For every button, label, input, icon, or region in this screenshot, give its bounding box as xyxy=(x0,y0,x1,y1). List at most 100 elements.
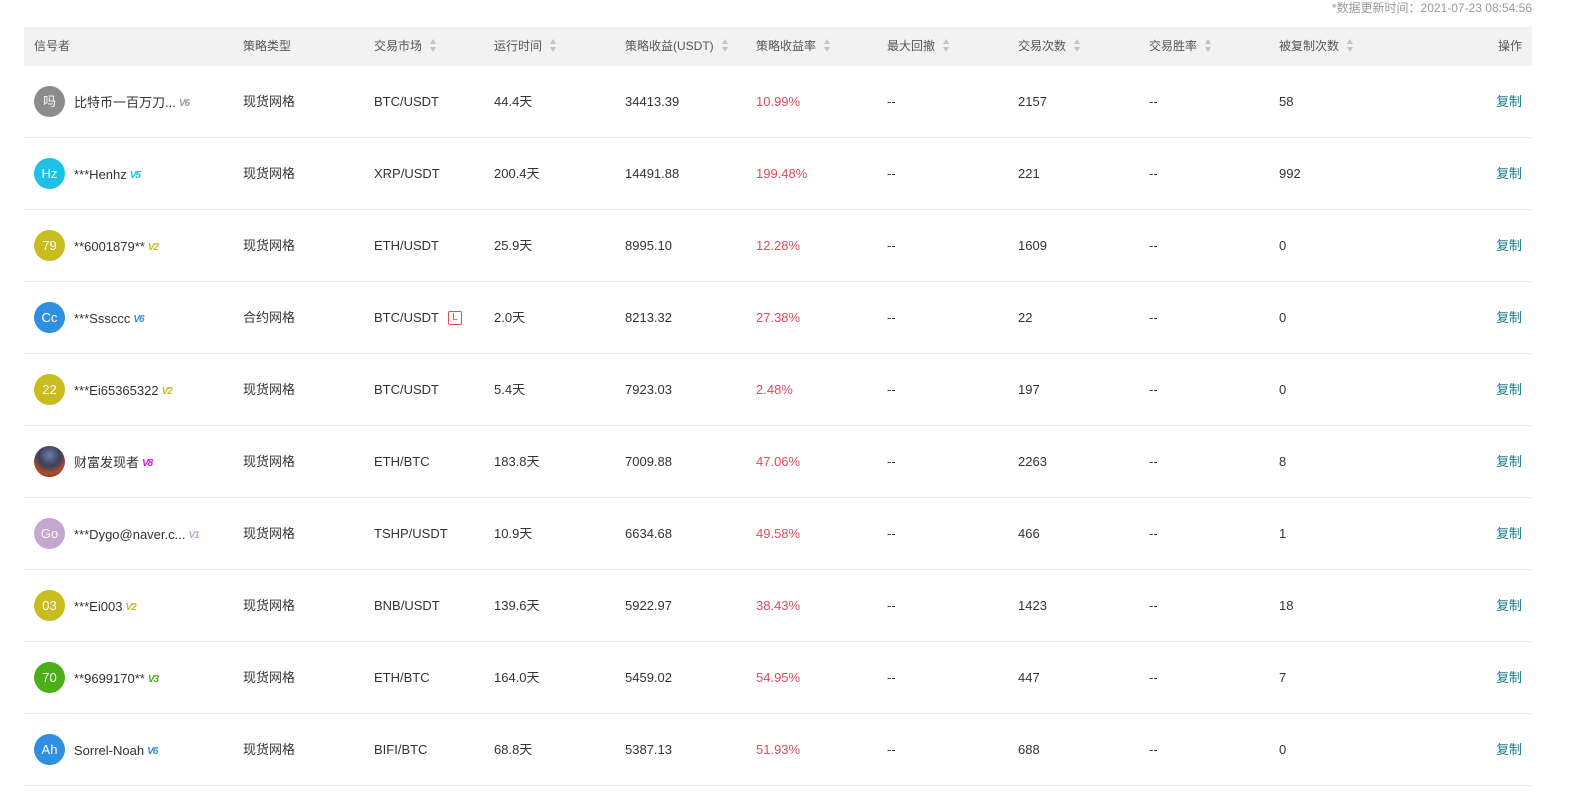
return-rate: 49.58% xyxy=(756,526,801,541)
copy-button[interactable]: 复制 xyxy=(1496,498,1522,569)
return-rate: 47.06% xyxy=(756,454,801,469)
signal-provider[interactable]: 03 ***Ei003 V2 xyxy=(34,570,137,641)
return-rate: 27.38% xyxy=(756,310,801,325)
win-rate: -- xyxy=(1149,94,1158,109)
copy-button[interactable]: 复制 xyxy=(1496,138,1522,209)
table-row: 22 ***Ei65365322 V2 现货网格 BTC/USDT 5.4天 792… xyxy=(24,354,1532,426)
signal-provider[interactable]: Go ***Dygo@naver.c... V1 xyxy=(34,498,200,569)
strategy-type: 现货网格 xyxy=(243,670,296,685)
vip-level-icon: V6 xyxy=(178,98,190,110)
provider-name: 财富发现者 xyxy=(74,455,140,471)
trading-market: BTC/USDT xyxy=(374,354,439,425)
win-rate: -- xyxy=(1149,310,1158,325)
signal-provider[interactable]: 22 ***Ei65365322 V2 xyxy=(34,354,173,425)
signal-provider[interactable]: Ah Sorrel-Noah V6 xyxy=(34,714,158,785)
sort-icon[interactable] xyxy=(1074,39,1081,53)
copy-button[interactable]: 复制 xyxy=(1496,426,1522,497)
vip-level-icon: V2 xyxy=(125,602,136,614)
trade-count: 688 xyxy=(1018,742,1040,757)
sort-icon[interactable] xyxy=(1205,39,1212,53)
vip-level-icon: V2 xyxy=(161,386,173,398)
header-run-time[interactable]: 运行时间 xyxy=(494,27,557,66)
trading-market: BNB/USDT xyxy=(374,570,440,641)
copy-button[interactable]: 复制 xyxy=(1496,66,1522,137)
signal-provider[interactable]: 财富发现者 V8 xyxy=(34,426,153,497)
market-pair: ETH/USDT xyxy=(374,238,439,253)
strategy-type: 合约网格 xyxy=(243,310,296,325)
strategy-profit: 5387.13 xyxy=(625,742,672,757)
header-return-rate[interactable]: 策略收益率 xyxy=(756,27,831,66)
sort-icon[interactable] xyxy=(721,39,729,53)
provider-name: ***Ei003 xyxy=(74,599,123,615)
run-time: 25.9天 xyxy=(494,238,533,253)
sort-icon[interactable] xyxy=(1347,39,1354,53)
return-rate: 54.95% xyxy=(756,670,801,685)
avatar: Cc xyxy=(34,302,65,334)
signal-provider[interactable]: Cc ***Sssccc V6 xyxy=(34,282,145,353)
signal-provider[interactable]: 吗比特币一百万刀... V6 xyxy=(34,66,190,137)
trade-count: 2263 xyxy=(1018,454,1047,469)
copy-button[interactable]: 复制 xyxy=(1496,354,1522,425)
run-time: 139.6天 xyxy=(494,598,540,613)
sort-icon[interactable] xyxy=(943,39,950,53)
strategy-profit: 8995.10 xyxy=(625,238,672,253)
header-win-rate-label: 交易胜率 xyxy=(1149,39,1198,53)
win-rate: -- xyxy=(1149,382,1158,397)
avatar: 22 xyxy=(34,374,65,406)
table-row: 79 **6001879** V2 现货网格 ETH/USDT 25.9天 8995… xyxy=(24,210,1532,282)
table-row: 吗比特币一百万刀... V6 现货网格 BTC/USDT 44.4天 34413.… xyxy=(24,66,1532,138)
copy-button[interactable]: 复制 xyxy=(1496,642,1522,713)
copy-count: 0 xyxy=(1279,742,1287,757)
header-profit[interactable]: 策略收益(USDT) xyxy=(625,27,729,66)
avatar: 79 xyxy=(34,230,65,262)
copy-count: 1 xyxy=(1279,526,1287,541)
win-rate: -- xyxy=(1149,238,1158,253)
provider-name: ***Sssccc xyxy=(74,311,131,327)
header-strategy-type: 策略类型 xyxy=(243,39,292,53)
run-time: 5.4天 xyxy=(494,382,526,397)
trading-market: TSHP/USDT xyxy=(374,498,448,569)
return-rate: 12.28% xyxy=(756,238,801,253)
market-pair: BTC/USDT xyxy=(374,382,439,397)
trade-count: 221 xyxy=(1018,166,1040,181)
win-rate: -- xyxy=(1149,454,1158,469)
strategy-type: 现货网格 xyxy=(243,382,296,397)
data-update-time: *数据更新时间：2021-07-23 08:54:56 xyxy=(1331,1,1532,15)
copy-button[interactable]: 复制 xyxy=(1496,210,1522,281)
market-pair: BTC/USDT xyxy=(374,310,439,325)
copy-button[interactable]: 复制 xyxy=(1496,570,1522,641)
copy-button[interactable]: 复制 xyxy=(1496,282,1522,353)
signal-provider[interactable]: 79 **6001879** V2 xyxy=(34,210,159,281)
copy-count: 992 xyxy=(1279,166,1301,181)
trading-market: BIFI/BTC xyxy=(374,714,427,785)
table-row: 03 ***Ei003 V2 现货网格 BNB/USDT 139.6天 5922.9… xyxy=(24,570,1532,642)
provider-name: 比特币一百万刀... xyxy=(74,95,176,111)
return-rate: 2.48% xyxy=(756,382,793,397)
vip-level-icon: V3 xyxy=(147,674,159,686)
header-copy-count[interactable]: 被复制次数 xyxy=(1279,27,1354,66)
provider-name: **9699170** xyxy=(74,671,145,687)
strategy-profit: 6634.68 xyxy=(625,526,672,541)
header-win-rate[interactable]: 交易胜率 xyxy=(1149,27,1212,66)
signal-provider[interactable]: 70 **9699170** V3 xyxy=(34,642,159,713)
signal-table: 信号者 策略类型 交易市场 运行时间 策略收益(USDT) 策略收益率 最大回撤… xyxy=(24,27,1532,786)
max-drawdown: -- xyxy=(887,742,896,757)
avatar: 03 xyxy=(34,590,65,622)
provider-name: **6001879** xyxy=(74,239,145,255)
sort-icon[interactable] xyxy=(430,39,437,53)
header-max-drawdown[interactable]: 最大回撤 xyxy=(887,27,950,66)
header-user: 信号者 xyxy=(34,39,71,53)
max-drawdown: -- xyxy=(887,166,896,181)
max-drawdown: -- xyxy=(887,526,896,541)
sort-icon[interactable] xyxy=(550,39,557,53)
strategy-type: 现货网格 xyxy=(243,238,296,253)
header-trade-count[interactable]: 交易次数 xyxy=(1018,27,1081,66)
market-pair: TSHP/USDT xyxy=(374,526,448,541)
sort-icon[interactable] xyxy=(824,39,831,53)
run-time: 10.9天 xyxy=(494,526,533,541)
copy-button[interactable]: 复制 xyxy=(1496,714,1522,785)
signal-provider[interactable]: Hz ***Henhz V5 xyxy=(34,138,141,209)
header-market[interactable]: 交易市场 xyxy=(374,27,437,66)
max-drawdown: -- xyxy=(887,94,896,109)
trade-count: 466 xyxy=(1018,526,1040,541)
